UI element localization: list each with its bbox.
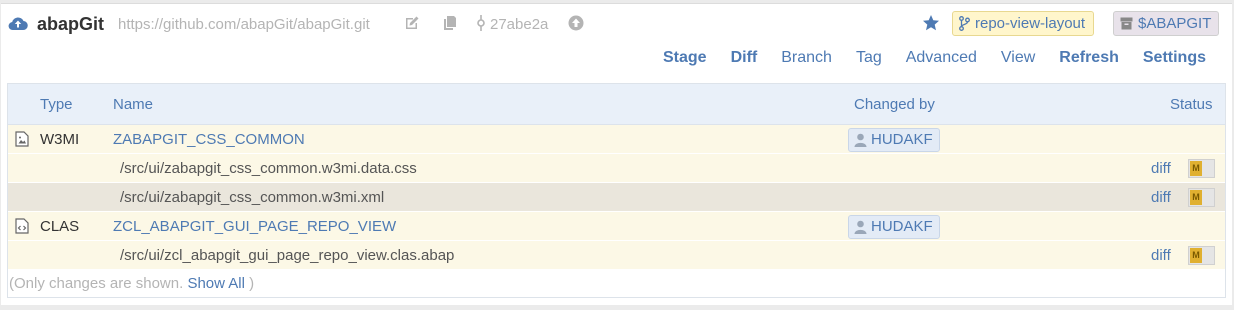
branch-badge[interactable]: repo-view-layout: [952, 11, 1095, 36]
object-name-link[interactable]: ZCL_ABAPGIT_GUI_PAGE_REPO_VIEW: [113, 218, 396, 235]
table-header: Type Name Changed by Status: [8, 84, 1225, 125]
status-indicator: M: [1188, 246, 1215, 265]
column-header-type[interactable]: Type: [40, 96, 73, 113]
settings-link[interactable]: Settings: [1143, 49, 1206, 71]
copy-icon[interactable]: [442, 15, 458, 31]
star-icon[interactable]: [922, 14, 940, 32]
table-row-file: /src/ui/zabapgit_css_common.w3mi.xml dif…: [8, 183, 1225, 212]
repo-url[interactable]: https://github.com/abapGit/abapGit.git: [118, 16, 370, 33]
edit-icon[interactable]: [404, 15, 420, 31]
stage-link[interactable]: Stage: [663, 49, 707, 71]
user-icon: [854, 220, 867, 234]
diff-link[interactable]: Diff: [731, 49, 758, 71]
status-indicator: M: [1188, 159, 1215, 178]
status-modified-badge: M: [1190, 161, 1202, 176]
table-row-file: /src/ui/zabapgit_css_common.w3mi.data.cs…: [8, 154, 1225, 183]
repo-objects-table: Type Name Changed by Status W3MI ZABAPGI…: [7, 83, 1226, 298]
repo-header: abapGit https://github.com/abapGit/abapG…: [1, 4, 1232, 44]
user-icon: [854, 133, 867, 147]
file-image-icon: [15, 131, 29, 147]
file-path: /src/ui/zcl_abapgit_gui_page_repo_view.c…: [120, 247, 455, 264]
diff-link[interactable]: diff: [1151, 160, 1171, 177]
package-name: $ABAPGIT: [1138, 15, 1212, 32]
table-row-file: /src/ui/zcl_abapgit_gui_page_repo_view.c…: [8, 241, 1225, 270]
table-footer: (Only changes are shown. Show All ): [8, 270, 1225, 297]
package-badge[interactable]: $ABAPGIT: [1113, 11, 1220, 36]
refresh-link[interactable]: Refresh: [1059, 49, 1119, 71]
changed-by-badge[interactable]: HUDAKF: [848, 215, 940, 239]
circle-up-icon[interactable]: [568, 15, 584, 31]
view-menu[interactable]: View: [1001, 49, 1035, 71]
object-type: W3MI: [40, 131, 80, 148]
status-modified-badge: M: [1190, 190, 1202, 205]
branch-menu[interactable]: Branch: [781, 49, 832, 71]
file-code-icon: [15, 218, 29, 234]
commit-hash[interactable]: 27abe2a: [490, 16, 548, 33]
file-path: /src/ui/zabapgit_css_common.w3mi.xml: [120, 189, 385, 206]
tag-menu[interactable]: Tag: [856, 49, 882, 71]
column-header-changed-by[interactable]: Changed by: [854, 96, 935, 113]
box-icon: [1120, 17, 1133, 30]
diff-link[interactable]: diff: [1151, 247, 1171, 264]
branch-name: repo-view-layout: [975, 15, 1086, 32]
advanced-menu[interactable]: Advanced: [906, 49, 977, 71]
column-header-status[interactable]: Status: [1170, 96, 1213, 113]
column-header-name[interactable]: Name: [113, 96, 153, 113]
repo-panel: abapGit https://github.com/abapGit/abapG…: [1, 3, 1232, 305]
table-row-object: CLAS ZCL_ABAPGIT_GUI_PAGE_REPO_VIEW HUDA…: [8, 212, 1225, 241]
footer-note: (Only changes are shown. Show All ): [9, 275, 254, 292]
footer-prefix: (Only changes are shown.: [9, 275, 184, 292]
changed-by-user: HUDAKF: [871, 218, 933, 235]
status-modified-badge: M: [1190, 248, 1202, 263]
footer-suffix: ): [249, 275, 255, 292]
changed-by-user: HUDAKF: [871, 131, 933, 148]
code-branch-icon: [959, 16, 970, 31]
object-type: CLAS: [40, 218, 80, 235]
file-path: /src/ui/zabapgit_css_common.w3mi.data.cs…: [120, 160, 417, 177]
status-indicator: M: [1188, 188, 1215, 207]
cloud-upload-icon: [8, 17, 28, 31]
diff-link[interactable]: diff: [1151, 189, 1171, 206]
changed-by-badge[interactable]: HUDAKF: [848, 128, 940, 152]
table-row-object: W3MI ZABAPGIT_CSS_COMMON HUDAKF: [8, 125, 1225, 154]
app-frame: abapGit https://github.com/abapGit/abapG…: [0, 0, 1234, 310]
repo-title[interactable]: abapGit: [37, 14, 104, 35]
object-name-link[interactable]: ZABAPGIT_CSS_COMMON: [113, 131, 305, 148]
repo-toolbar: Stage Diff Branch Tag Advanced View Refr…: [639, 49, 1206, 71]
commit-icon: [477, 15, 485, 31]
show-all-link[interactable]: Show All: [187, 275, 245, 292]
